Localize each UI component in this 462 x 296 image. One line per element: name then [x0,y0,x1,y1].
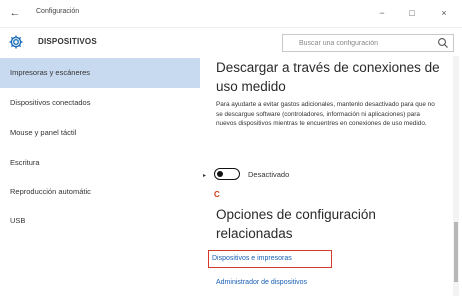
sidebar-item-connected-devices[interactable]: Dispositivos conectados [0,88,200,118]
sidebar: Impresoras y escáneres Dispositivos cone… [0,56,200,296]
cursor-icon: ▸ [203,173,207,179]
search-input[interactable] [283,35,433,51]
metered-description: Para ayudarte a evitar gastos adicionale… [216,101,435,127]
sidebar-item-typing[interactable]: Escritura [0,148,200,178]
device-manager-link[interactable]: Administrador de dispositivos [216,279,307,286]
page-header: DISPOSITIVOS [0,28,462,56]
metered-toggle-switch[interactable] [214,168,240,180]
sidebar-item-printers-scanners[interactable]: Impresoras y escáneres [0,58,200,88]
title-bar: ← Configuración − □ × [0,0,462,28]
gear-icon [9,35,23,49]
sidebar-item-autoplay[interactable]: Reproducción automátic [0,177,200,207]
close-button[interactable]: × [434,5,454,21]
maximize-button[interactable]: □ [402,5,422,21]
related-settings-heading: Opciones de configuración relacionadas [216,207,376,241]
sidebar-item-usb[interactable]: USB [0,206,200,236]
search-box[interactable] [282,34,454,52]
metered-download-heading: Descargar a través de conexiones de uso … [216,60,440,94]
toggle-knob [217,170,223,177]
toggle-state-label: Desactivado [248,170,290,179]
back-arrow-icon[interactable]: ← [6,5,24,21]
scrollbar[interactable] [453,56,459,296]
scrollbar-thumb[interactable] [454,222,458,282]
minimize-button[interactable]: − [372,5,392,21]
main-content: Descargar a través de conexiones de uso … [200,56,462,296]
devices-printers-link[interactable]: Dispositivos e impresoras [212,255,292,262]
search-icon[interactable] [437,37,449,49]
annotation-letter: C [214,190,220,199]
page-title: DISPOSITIVOS [38,37,97,46]
sidebar-item-mouse-touchpad[interactable]: Mouse y panel táctil [0,118,200,148]
window-title: Configuración [36,8,80,15]
